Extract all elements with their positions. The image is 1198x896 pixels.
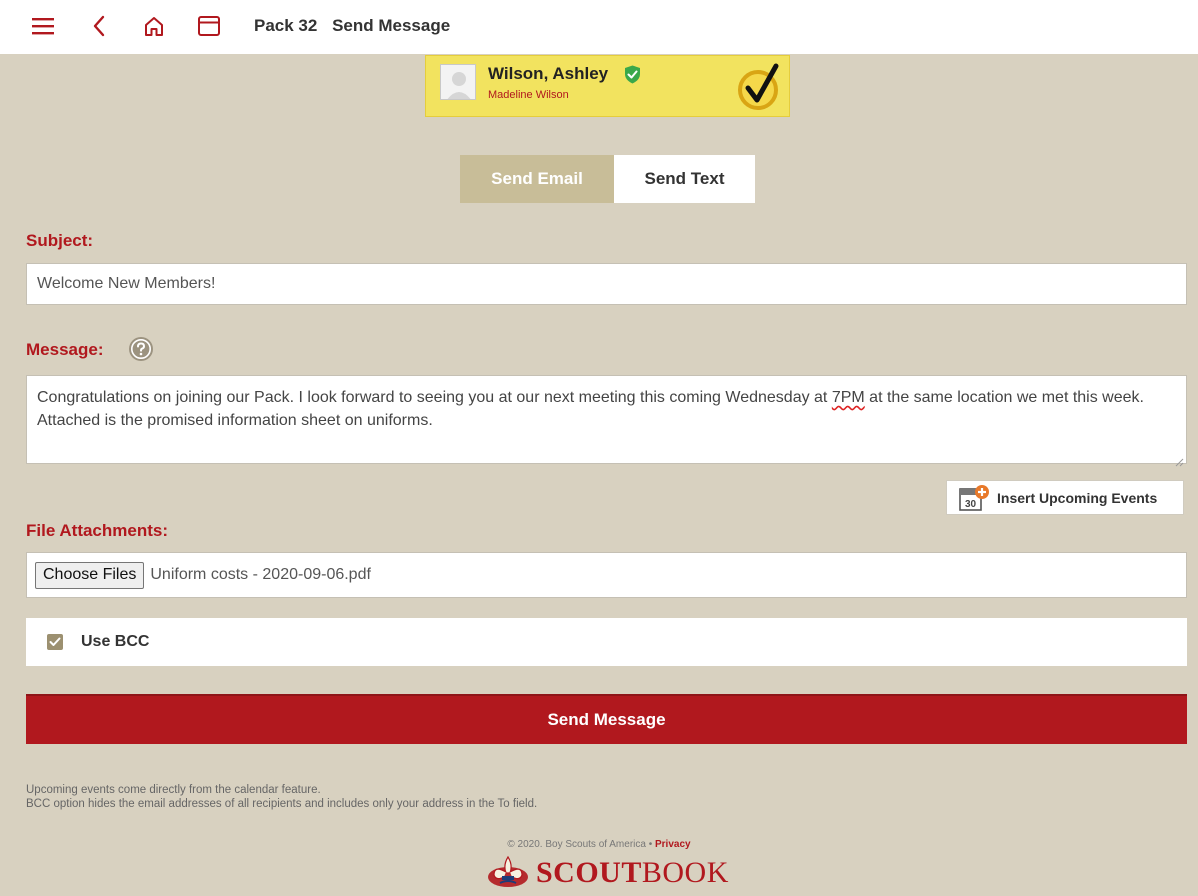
home-icon[interactable] — [139, 11, 169, 41]
recipient-name: Wilson, Ashley — [488, 64, 609, 83]
subject-value: Welcome New Members! — [37, 275, 216, 292]
page-name: Send Message — [332, 16, 451, 35]
subject-input[interactable]: Welcome New Members! — [26, 263, 1187, 305]
svg-text:30: 30 — [965, 499, 977, 510]
window-icon[interactable] — [194, 11, 224, 41]
message-text: Congratulations on joining our Pack. I l… — [37, 389, 832, 406]
attachments-label: File Attachments: — [26, 521, 169, 540]
logo-text: SCOUTBOOK — [536, 856, 729, 890]
bcc-label: Use BCC — [81, 633, 150, 650]
recipient-card[interactable]: Wilson, Ashley Madeline Wilson — [425, 55, 790, 117]
logo-text-bold: SCOUT — [536, 856, 642, 889]
checkbox-checked-icon[interactable] — [47, 634, 63, 650]
help-icon[interactable] — [128, 336, 154, 362]
copyright-text: © 2020. Boy Scouts of America • — [507, 839, 655, 850]
checkmark-badge-icon[interactable] — [736, 62, 784, 110]
message-type-tabs: Send Email Send Text — [460, 155, 755, 203]
message-text-flagged: 7PM — [831, 389, 865, 406]
recipient-subname: Madeline Wilson — [488, 89, 569, 101]
note-upcoming-events: Upcoming events come directly from the c… — [26, 784, 321, 796]
file-input: Choose Files Uniform costs - 2020-09-06.… — [26, 552, 1187, 598]
attached-file-name: Uniform costs - 2020-09-06.pdf — [150, 566, 371, 583]
bcc-option[interactable]: Use BCC — [26, 618, 1187, 666]
tab-send-email[interactable]: Send Email — [460, 155, 614, 203]
choose-files-button[interactable]: Choose Files — [35, 561, 145, 589]
message-textarea[interactable]: Congratulations on joining our Pack. I l… — [26, 375, 1187, 467]
tab-send-text[interactable]: Send Text — [614, 155, 755, 203]
menu-icon[interactable] — [28, 11, 58, 41]
logo-text-light: BOOK — [641, 856, 729, 889]
insert-upcoming-events-button[interactable]: 30 Insert Upcoming Events — [946, 480, 1184, 515]
scoutbook-logo[interactable]: SCOUTBOOK — [486, 853, 729, 893]
calendar-add-icon: 30 — [959, 484, 989, 512]
copyright: © 2020. Boy Scouts of America • Privacy — [0, 839, 1198, 850]
verified-shield-icon — [624, 65, 641, 84]
unit-name: Pack 32 — [254, 16, 318, 35]
message-label: Message: — [26, 340, 104, 359]
note-bcc: BCC option hides the email addresses of … — [26, 798, 538, 810]
fleur-de-lis-icon — [488, 855, 528, 887]
resize-handle[interactable] — [1174, 451, 1184, 467]
top-bar: Pack 32 Send Message — [0, 0, 1198, 54]
send-message-button[interactable]: Send Message — [26, 694, 1187, 744]
privacy-link[interactable]: Privacy — [655, 839, 691, 850]
back-icon[interactable] — [84, 11, 114, 41]
insert-events-label: Insert Upcoming Events — [997, 489, 1158, 506]
avatar — [440, 64, 476, 100]
subject-label: Subject: — [26, 231, 94, 250]
page-title: Pack 32 Send Message — [254, 16, 450, 36]
